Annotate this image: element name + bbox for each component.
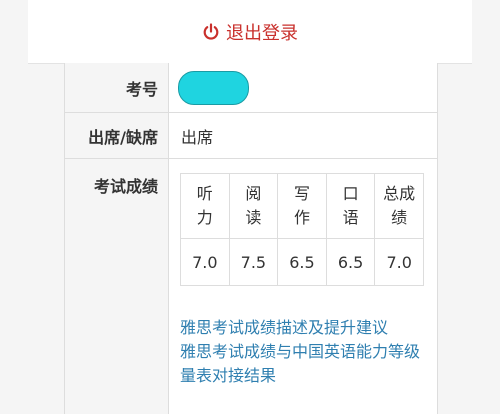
exam-number-label: 考号: [65, 63, 169, 112]
score-header-writing-text: 写 作: [293, 184, 310, 227]
attendance-label: 出席/缺席: [65, 113, 169, 158]
redacted-exam-number: [178, 71, 249, 105]
cse-mapping-link[interactable]: 雅思考试成绩与中国英语能力等级量表对接结果: [180, 340, 430, 388]
score-header-listening: 听 力: [180, 173, 230, 239]
score-header-overall: 总成 绩: [374, 173, 424, 239]
score-listening: 7.0: [180, 238, 230, 286]
score-reading: 7.5: [228, 238, 279, 286]
score-description-link[interactable]: 雅思考试成绩描述及提升建议: [180, 316, 430, 340]
page-margin-left: [0, 0, 28, 414]
logout-button[interactable]: 退出登录: [202, 19, 298, 45]
score-header-writing: 写 作: [277, 173, 327, 239]
scores-row: 考试成绩 听 力 阅 读 写 作 口 语 总成 绩 7.0 7.5 6.5 6.…: [65, 159, 437, 414]
score-header-listening-text: 听 力: [196, 184, 213, 227]
score-header-speaking-text: 口 语: [342, 184, 359, 227]
logout-bar: 退出登录: [28, 0, 472, 64]
attendance-row: 出席/缺席 出席: [65, 113, 437, 159]
score-speaking: 6.5: [325, 238, 376, 286]
score-header-speaking: 口 语: [325, 173, 376, 239]
result-table: 考号 出席/缺席 出席 考试成绩 听 力 阅 读 写 作 口 语 总成 绩 7.…: [64, 63, 438, 414]
score-overall: 7.0: [374, 238, 424, 286]
power-icon: [202, 22, 220, 41]
attendance-value: 出席: [181, 127, 214, 147]
score-header-reading-text: 阅 读: [245, 184, 262, 227]
logout-label: 退出登录: [226, 22, 298, 44]
exam-number-value: [170, 63, 437, 112]
score-links: 雅思考试成绩描述及提升建议 雅思考试成绩与中国英语能力等级量表对接结果: [180, 316, 430, 388]
scores-value: 听 力 阅 读 写 作 口 语 总成 绩 7.0 7.5 6.5 6.5 7.0…: [170, 159, 437, 414]
score-header-overall-text: 总成 绩: [383, 184, 416, 227]
page-margin-right: [472, 0, 500, 414]
score-header-reading: 阅 读: [228, 173, 279, 239]
scores-label: 考试成绩: [65, 159, 169, 414]
score-table: 听 力 阅 读 写 作 口 语 总成 绩 7.0 7.5 6.5 6.5 7.0: [180, 173, 424, 286]
exam-number-row: 考号: [65, 63, 437, 113]
score-writing: 6.5: [277, 238, 327, 286]
